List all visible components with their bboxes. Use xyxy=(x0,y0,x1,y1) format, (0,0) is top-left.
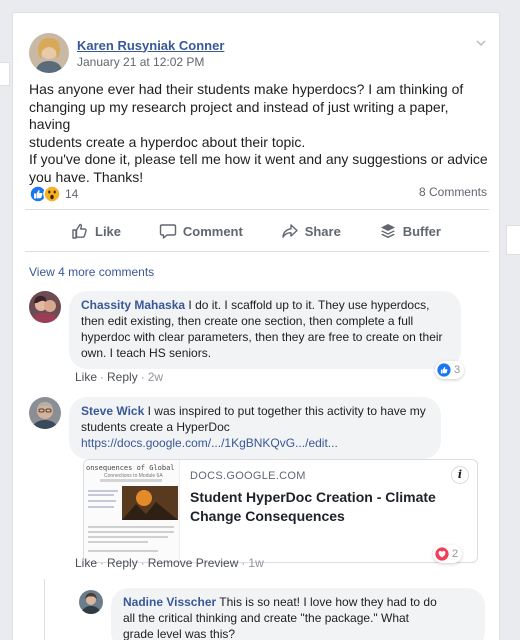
comment-time[interactable]: 1w xyxy=(248,556,263,570)
like-button[interactable]: Like xyxy=(71,222,121,240)
share-arrow-icon xyxy=(281,224,298,238)
left-gutter xyxy=(0,0,12,640)
link-preview-title: Student HyperDoc Creation - Climate Chan… xyxy=(190,488,467,526)
commenter-name[interactable]: Nadine Visscher xyxy=(123,595,216,609)
commenter-name[interactable]: Steve Wick xyxy=(81,404,144,418)
comment-reaction-count: 2 xyxy=(452,548,459,560)
author-name[interactable]: Karen Rusyniak Conner xyxy=(77,37,224,54)
post-line: If you've done it, please tell me how it… xyxy=(29,151,488,167)
comments-count[interactable]: 8 Comments xyxy=(419,185,487,199)
comment-text: students create a HyperDoc xyxy=(81,420,230,434)
post-card: Karen Rusyniak Conner January 21 at 12:0… xyxy=(12,12,500,640)
like-label: Like xyxy=(95,223,122,239)
link-preview-thumbnail: onsequences of Global Climate C Connecti… xyxy=(84,460,180,562)
buffer-stack-icon xyxy=(380,224,395,239)
share-label: Share xyxy=(304,223,341,239)
comment-button[interactable]: Comment xyxy=(159,222,243,240)
like-reaction-icon xyxy=(437,363,451,377)
comment-icon xyxy=(159,224,177,239)
comment-text: then edit existing, then create one sect… xyxy=(81,314,414,328)
buffer-button[interactable]: Buffer xyxy=(379,222,441,240)
commenter-avatar[interactable] xyxy=(29,397,61,429)
wow-reaction-icon xyxy=(43,185,61,203)
commenter-name[interactable]: Chassity Mahaska xyxy=(81,298,185,312)
action-bar: Like Comment Share Buffer xyxy=(25,213,489,249)
thread-line xyxy=(44,579,45,640)
thumbnail-subheading: Connections to Module 6A xyxy=(104,473,163,479)
comment-reply-link[interactable]: Reply xyxy=(107,556,138,570)
comment-reactions[interactable]: 2 xyxy=(433,545,463,563)
right-gutter xyxy=(500,0,520,640)
post-line: Has anyone ever had their students make … xyxy=(29,81,464,97)
comment-like-link[interactable]: Like xyxy=(75,370,97,384)
comment-label: Comment xyxy=(182,223,243,239)
comment-item: Chassity Mahaska I do it. I scaffold up … xyxy=(29,291,461,369)
comment-text: This is so neat! I love how they had to … xyxy=(219,595,437,609)
comment-bubble: Chassity Mahaska I do it. I scaffold up … xyxy=(69,291,461,369)
love-reaction-icon xyxy=(435,547,449,561)
comment-actions: Like · Reply · Remove Preview · 1w xyxy=(75,556,264,570)
comment-bubble: Steve Wick I was inspired to put togethe… xyxy=(69,397,441,459)
link-preview-title-line: Student HyperDoc Creation - Climate xyxy=(190,489,436,505)
comment-reply-link[interactable]: Reply xyxy=(107,370,138,384)
post-body: Has anyone ever had their students make … xyxy=(29,81,489,186)
author-avatar[interactable] xyxy=(29,33,69,73)
comment-bubble: Nadine Visscher This is so neat! I love … xyxy=(111,588,485,640)
right-collapsed-panel[interactable] xyxy=(506,225,520,255)
comment-text: I do it. I scaffold up to it. They use h… xyxy=(188,298,430,312)
reply-item: Nadine Visscher This is so neat! I love … xyxy=(79,588,485,640)
comment-url-link[interactable]: https://docs.google.com/.../1KgBNKQvG...… xyxy=(81,436,338,450)
comment-text: hyperdoc with clear parameters, then the… xyxy=(81,330,443,344)
comment-text: I was inspired to put together this acti… xyxy=(147,404,426,418)
post-line: students create a hyperdoc about their t… xyxy=(29,133,306,150)
post-timestamp[interactable]: January 21 at 12:02 PM xyxy=(77,54,224,70)
remove-preview-link[interactable]: Remove Preview xyxy=(148,556,239,570)
link-preview-body: DOCS.GOOGLE.COM Student HyperDoc Creatio… xyxy=(180,460,477,562)
comment-reaction-count: 3 xyxy=(454,364,461,376)
thumbs-up-icon xyxy=(72,223,87,239)
comment-text: all the critical thinking and create "th… xyxy=(123,611,410,625)
reaction-count: 14 xyxy=(65,187,79,201)
thumbnail-heading: onsequences of Global Climate C xyxy=(86,464,178,472)
post-line: you have. Thanks! xyxy=(29,168,144,185)
comment-text: grade level was this? xyxy=(123,627,236,640)
commenter-avatar[interactable] xyxy=(79,590,103,614)
divider xyxy=(25,209,489,210)
buffer-label: Buffer xyxy=(402,223,441,239)
comment-reactions[interactable]: 3 xyxy=(435,361,465,379)
comment-text: own. I teach HS seniors. xyxy=(81,346,212,360)
reactions-summary[interactable]: 14 xyxy=(29,185,78,203)
view-more-comments-link[interactable]: View 4 more comments xyxy=(29,265,154,279)
comment-time[interactable]: 2w xyxy=(148,370,163,384)
comment-like-link[interactable]: Like xyxy=(75,556,97,570)
commenter-avatar[interactable] xyxy=(29,291,61,323)
comment-actions: Like · Reply · 2w xyxy=(75,370,164,384)
share-button[interactable]: Share xyxy=(281,222,341,240)
link-preview-title-line: Change Consequences xyxy=(190,508,345,524)
divider xyxy=(25,251,489,252)
chevron-down-icon[interactable] xyxy=(475,37,487,49)
timestamp-text: January 21 at 12:02 PM xyxy=(77,54,205,69)
left-collapsed-panel[interactable] xyxy=(0,62,10,86)
link-preview-card[interactable]: onsequences of Global Climate C Connecti… xyxy=(83,459,478,563)
comment-item: Steve Wick I was inspired to put togethe… xyxy=(29,397,441,459)
info-icon[interactable]: i xyxy=(451,466,469,484)
post-header: Karen Rusyniak Conner January 21 at 12:0… xyxy=(29,33,224,73)
post-line: changing up my research project and inst… xyxy=(29,98,449,133)
link-preview-domain: DOCS.GOOGLE.COM xyxy=(190,470,306,482)
